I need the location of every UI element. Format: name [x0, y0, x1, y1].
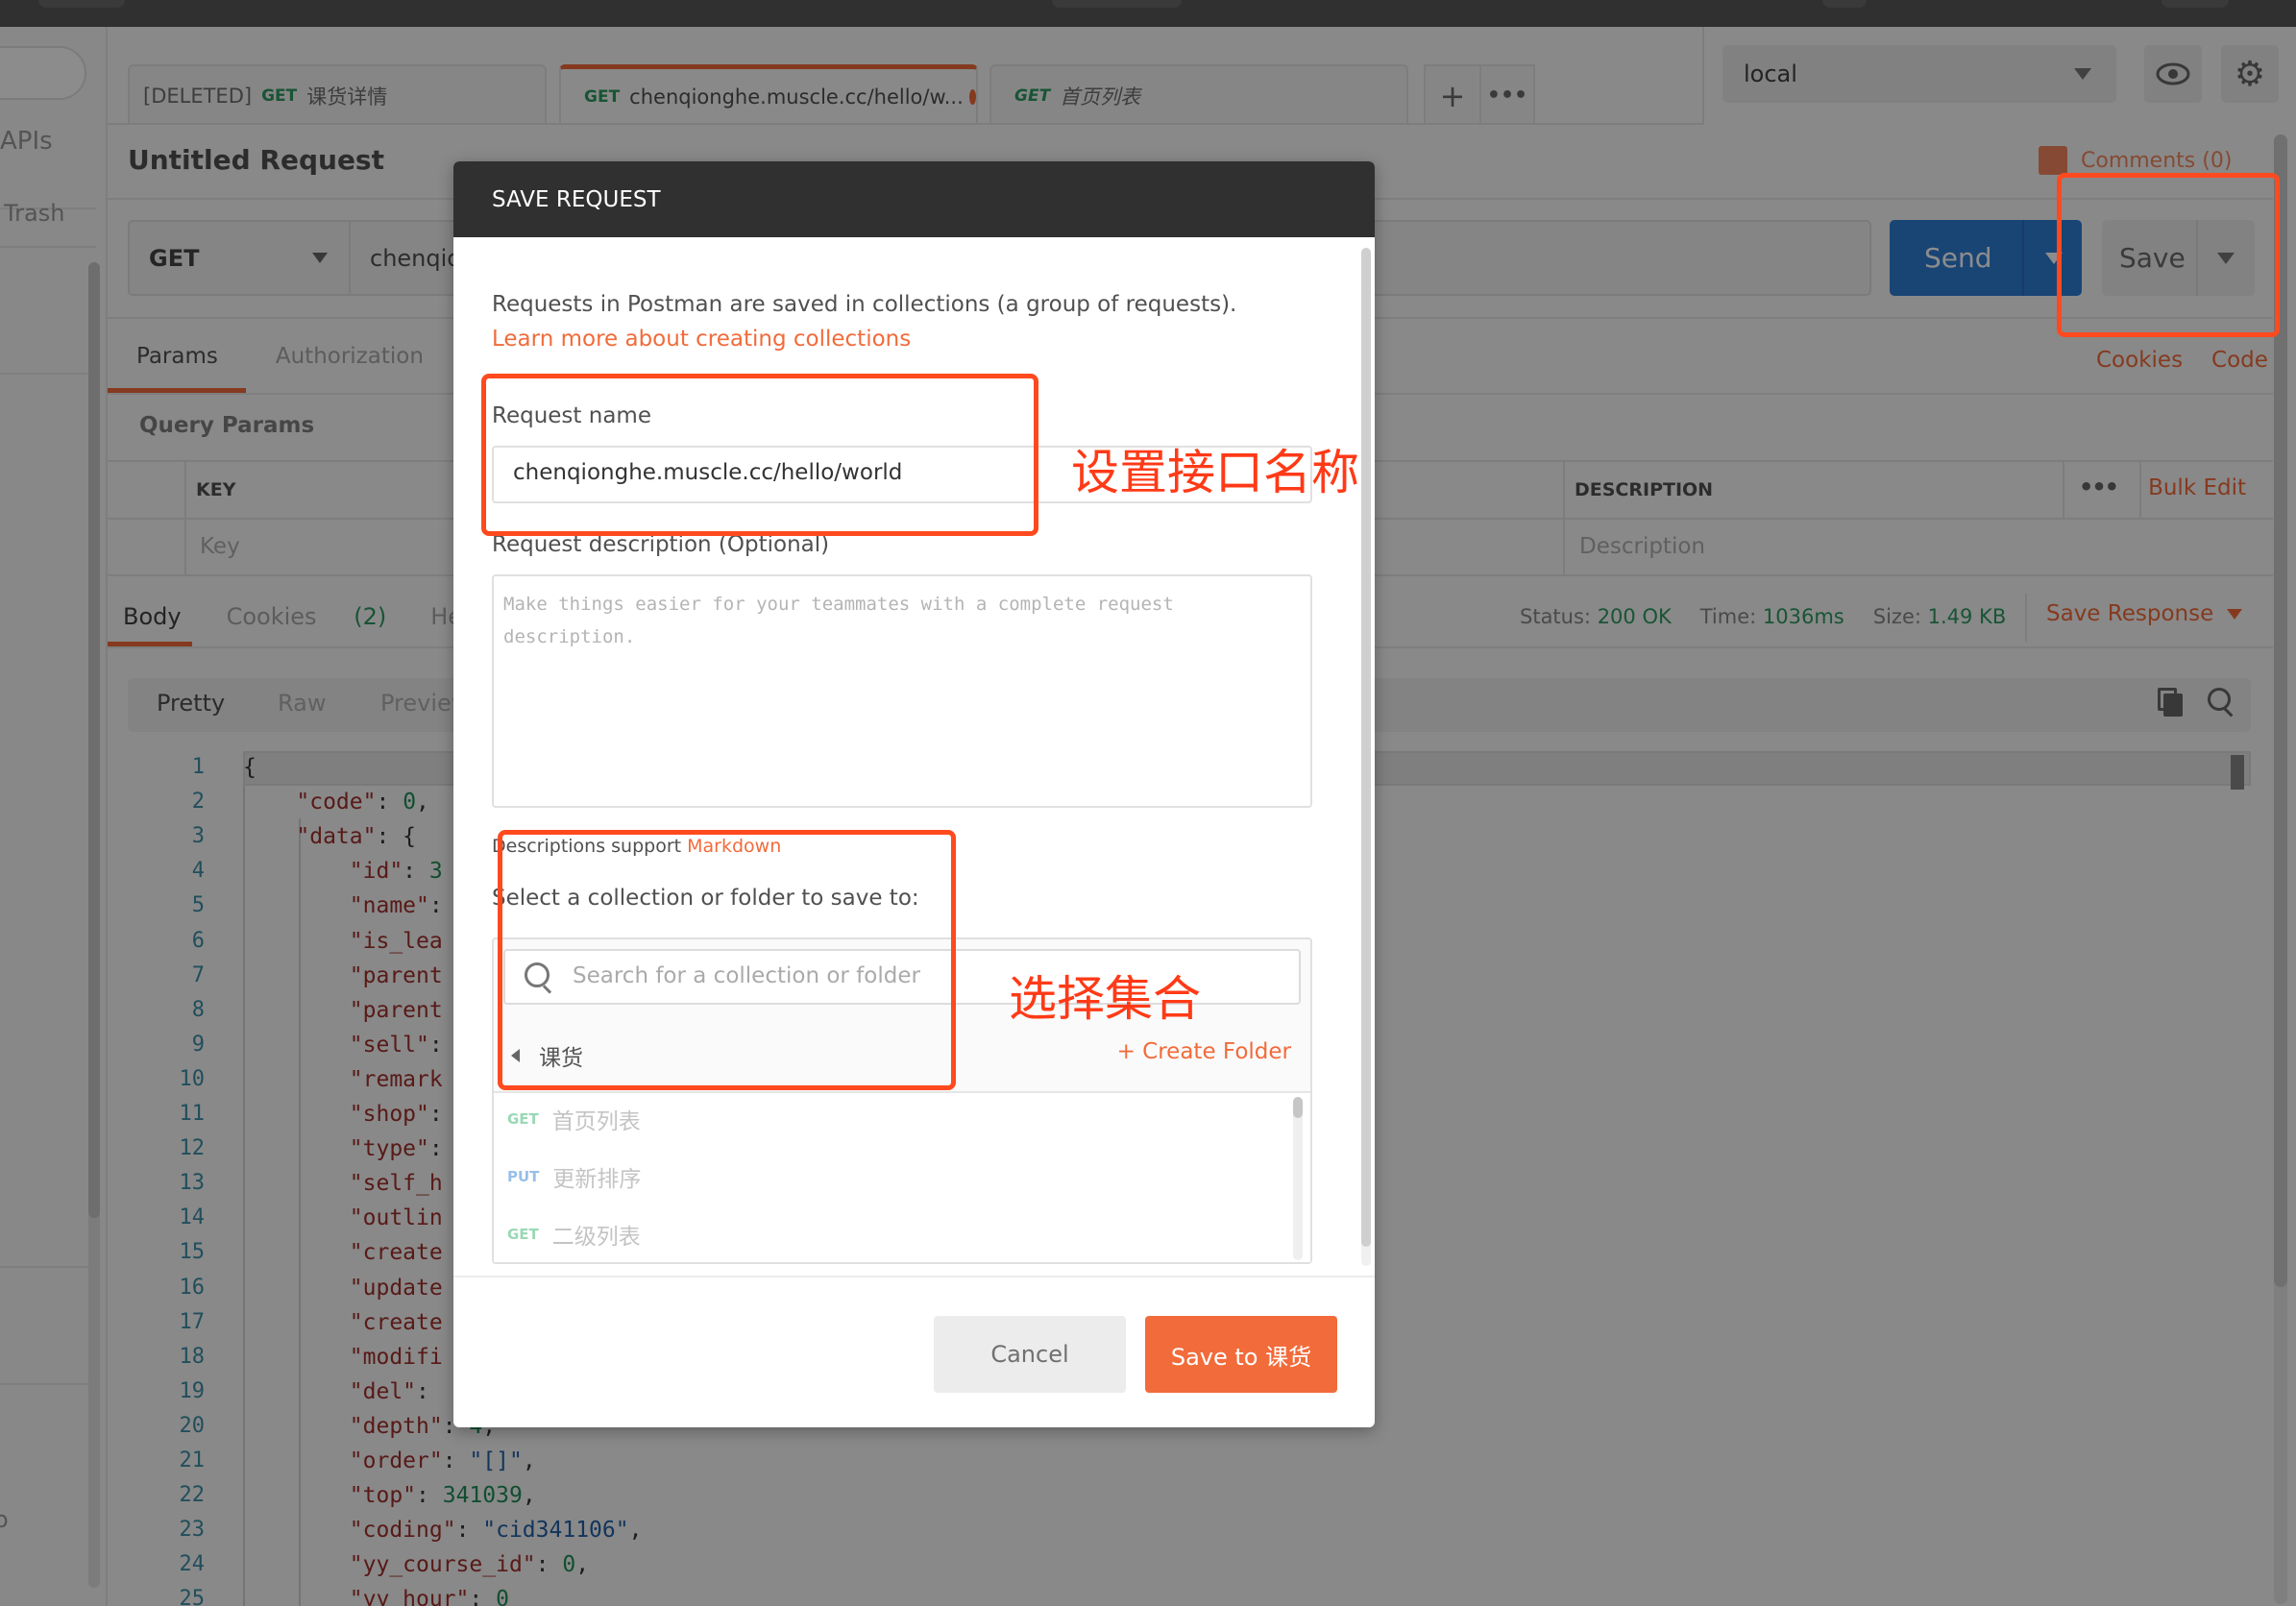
list-item[interactable]: GET 二级列表	[507, 1218, 641, 1251]
learn-more-link[interactable]: Learn more about creating collections	[492, 327, 911, 352]
item-name: 二级列表	[551, 1225, 641, 1250]
item-name: 首页列表	[551, 1109, 641, 1134]
save-request-modal: SAVE REQUEST Requests in Postman are sav…	[453, 161, 1375, 1427]
method-badge: GET	[507, 1226, 539, 1243]
method-badge: PUT	[507, 1168, 540, 1185]
modal-footer-divider	[453, 1276, 1375, 1278]
modal-scrollbar[interactable]	[1361, 248, 1371, 1266]
list-item[interactable]: PUT 更新排序	[507, 1160, 641, 1193]
item-name: 更新排序	[552, 1167, 642, 1192]
method-badge: GET	[507, 1110, 539, 1128]
list-scrollbar[interactable]	[1293, 1097, 1303, 1260]
annotation-collection-note: 选择集合	[1009, 971, 1201, 1027]
request-description-textarea[interactable]: Make things easier for your teammates wi…	[492, 574, 1312, 808]
modal-header: SAVE REQUEST	[453, 161, 1375, 237]
annotation-name-note: 设置接口名称	[1071, 445, 1359, 500]
description-placeholder: Make things easier for your teammates wi…	[503, 594, 1185, 647]
create-folder-link[interactable]: + Create Folder	[1117, 1039, 1291, 1064]
modal-title: SAVE REQUEST	[492, 186, 661, 212]
save-to-collection-button[interactable]: Save to 课货	[1145, 1316, 1337, 1393]
modal-intro: Requests in Postman are saved in collect…	[492, 292, 1237, 317]
list-item[interactable]: GET 首页列表	[507, 1103, 641, 1135]
annotation-box-collection	[498, 830, 956, 1090]
annotation-box-save-button	[2057, 173, 2280, 337]
cancel-button[interactable]: Cancel	[934, 1316, 1126, 1393]
collection-items-list: GET 首页列表 PUT 更新排序 GET 二级列表	[494, 1091, 1310, 1262]
annotation-box-request-name	[481, 374, 1038, 536]
